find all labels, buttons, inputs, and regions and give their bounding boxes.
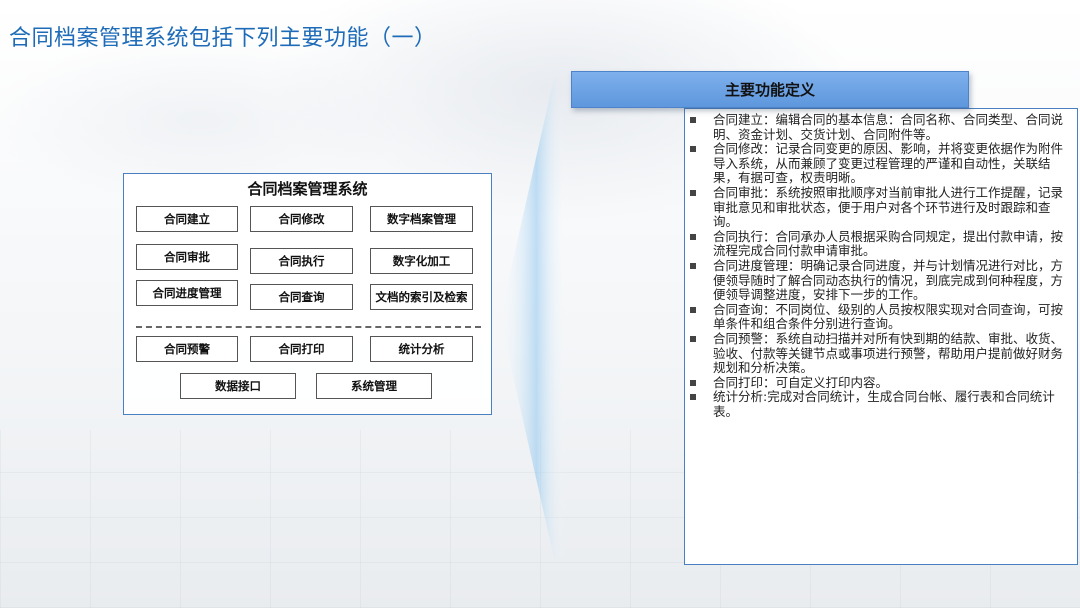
definitions-header: 主要功能定义	[571, 71, 969, 108]
system-diagram: 合同档案管理系统 合同建立 合同修改 数字档案管理 合同审批 合同执行 数字化加…	[123, 173, 492, 415]
definition-item: 合同执行：合同承办人员根据采购合同规定，提出付款申请，按流程完成合同付款申请审批…	[685, 229, 1069, 259]
module-system-management: 系统管理	[316, 373, 432, 399]
definition-item: 合同打印：可自定义打印内容。	[685, 375, 1069, 391]
definitions-list: 合同建立：编辑合同的基本信息：合同名称、合同类型、合同说明、资金计划、交货计划、…	[685, 112, 1069, 419]
square-bullet-icon	[690, 262, 696, 269]
definition-item: 统计分析:完成对合同统计，生成合同台帐、履行表和合同统计表。	[685, 390, 1069, 419]
definition-item: 合同预警：系统自动扫描并对所有快到期的结款、审批、收货、验收、付款等关键节点或事…	[685, 331, 1069, 376]
square-bullet-icon	[690, 189, 696, 196]
square-bullet-icon	[690, 146, 696, 153]
square-bullet-icon	[690, 379, 696, 386]
module-contract-progress: 合同进度管理	[136, 280, 238, 306]
section-divider	[136, 326, 481, 328]
square-bullet-icon	[690, 335, 696, 342]
square-bullet-icon	[690, 233, 696, 240]
definition-item: 合同查询：不同岗位、级别的人员按权限实现对合同查询，可按单条件和组合条件分别进行…	[685, 302, 1069, 332]
module-contract-warning: 合同预警	[136, 336, 238, 362]
module-contract-query: 合同查询	[250, 284, 353, 310]
page-title: 合同档案管理系统包括下列主要功能（一）	[9, 26, 437, 51]
square-bullet-icon	[690, 394, 696, 401]
definition-item: 合同修改：记录合同变更的原因、影响，并将变更依据作为附件导入系统，从而兼顾了变更…	[685, 141, 1069, 186]
module-contract-create: 合同建立	[136, 206, 238, 232]
definition-item: 合同审批：系统按照审批顺序对当前审批人进行工作提醒，记录审批意见和审批状态，便于…	[685, 185, 1069, 230]
module-contract-approval: 合同审批	[136, 244, 238, 270]
module-statistics-analysis: 统计分析	[370, 336, 473, 362]
definition-item: 合同进度管理：明确记录合同进度，并与计划情况进行对比，方便领导随时了解合同动态执…	[685, 258, 1069, 303]
module-digital-archive-management: 数字档案管理	[370, 206, 473, 232]
square-bullet-icon	[690, 117, 696, 123]
square-bullet-icon	[690, 306, 696, 313]
module-contract-print: 合同打印	[250, 336, 353, 362]
module-contract-modify: 合同修改	[250, 206, 353, 232]
module-contract-execution: 合同执行	[250, 248, 353, 274]
module-data-interface: 数据接口	[180, 373, 296, 399]
definitions-panel: 合同建立：编辑合同的基本信息：合同名称、合同类型、合同说明、资金计划、交货计划、…	[684, 108, 1078, 565]
system-title: 合同档案管理系统	[247, 180, 368, 198]
module-digitization-processing: 数字化加工	[370, 248, 473, 274]
module-document-index-search: 文档的索引及检索	[370, 284, 473, 310]
light-beam-divider	[500, 78, 566, 558]
definition-item: 合同建立：编辑合同的基本信息：合同名称、合同类型、合同说明、资金计划、交货计划、…	[685, 112, 1069, 142]
